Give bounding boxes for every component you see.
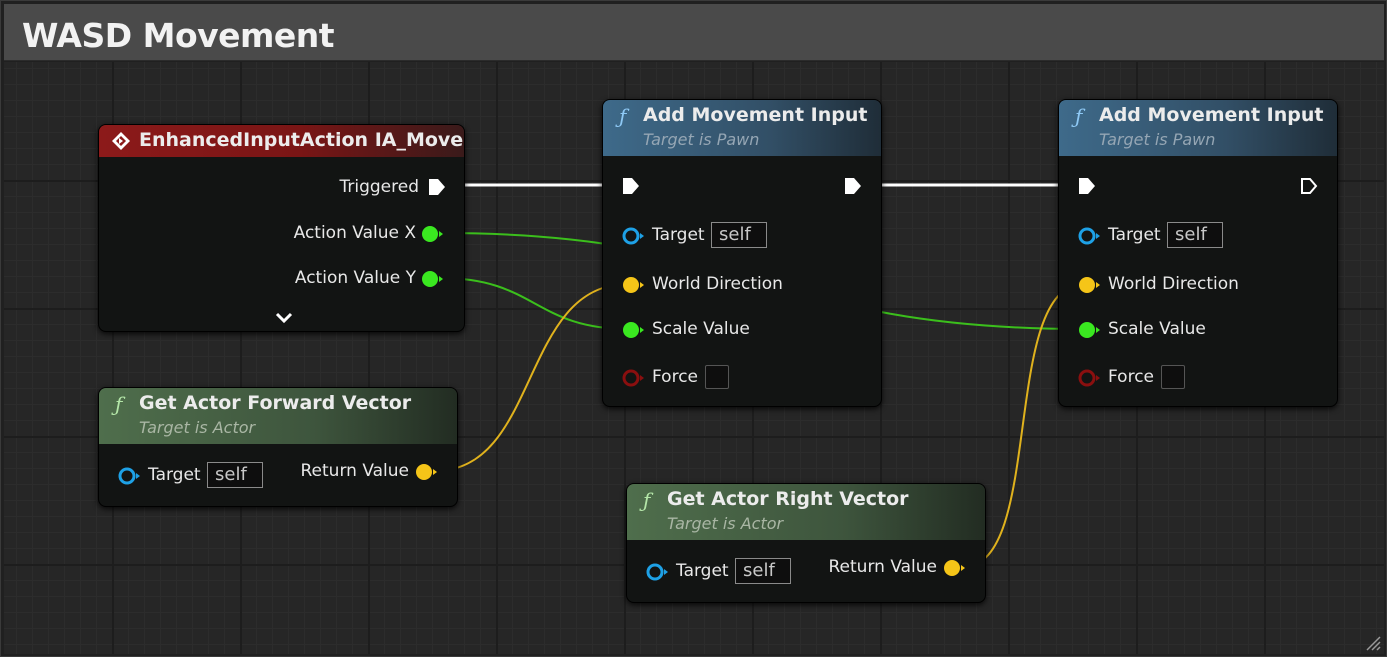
add2-target-self-field[interactable]: self: [1167, 222, 1223, 248]
object-in-pin-target[interactable]: [645, 562, 669, 582]
add2-node-title: Add Movement Input: [1099, 104, 1324, 126]
get-actor-right-vector-node[interactable]: ƒ Get Actor Right Vector Target is Actor…: [626, 483, 986, 603]
object-in-pin-target[interactable]: [621, 226, 645, 246]
add2-force-label: Force: [1108, 367, 1154, 387]
event-node-header: EnhancedInputAction IA_Move: [99, 125, 464, 157]
triggered-pin-label: Triggered: [339, 177, 419, 197]
float-out-pin-action-x[interactable]: [421, 224, 443, 244]
right-node-title: Get Actor Right Vector: [667, 488, 909, 510]
action-value-y-pin-label: Action Value Y: [294, 268, 416, 288]
event-node-title: EnhancedInputAction IA_Move: [139, 129, 464, 151]
float-in-pin-scale-value[interactable]: [1077, 320, 1101, 340]
right-return-label: Return Value: [828, 557, 938, 577]
right-target-self-field[interactable]: self: [735, 558, 791, 584]
function-icon: ƒ: [1075, 104, 1083, 128]
event-diamond-icon: [112, 132, 130, 150]
forward-node-title: Get Actor Forward Vector: [139, 392, 412, 414]
exec-out-pin-unconnected[interactable]: [1299, 176, 1319, 196]
object-in-pin-target[interactable]: [117, 466, 141, 486]
object-in-pin-target[interactable]: [1077, 226, 1101, 246]
blueprint-graph-editor: WASD Movement EnhancedInputAction IA_Mov…: [0, 0, 1387, 657]
event-node-ia-move[interactable]: EnhancedInputAction IA_Move Triggered Ac…: [98, 124, 465, 332]
add1-target-label: Target: [652, 225, 705, 245]
exec-out-pin-triggered[interactable]: [427, 177, 447, 197]
add2-target-label: Target: [1108, 225, 1161, 245]
exec-in-pin[interactable]: [1077, 176, 1097, 196]
function-icon: ƒ: [643, 488, 651, 512]
vector-in-pin-world-direction[interactable]: [1077, 275, 1101, 295]
exec-in-pin[interactable]: [621, 176, 641, 196]
action-value-x-pin-label: Action Value X: [293, 223, 416, 243]
float-out-pin-action-y[interactable]: [421, 269, 443, 289]
resize-grip-icon[interactable]: [1365, 635, 1381, 651]
forward-target-label: Target: [148, 465, 201, 485]
add2-node-subtitle: Target is Pawn: [1099, 130, 1216, 149]
add1-scale-value-label: Scale Value: [652, 319, 750, 339]
add1-force-label: Force: [652, 367, 698, 387]
add1-node-subtitle: Target is Pawn: [643, 130, 760, 149]
vector-out-pin-return[interactable]: [415, 462, 437, 482]
right-node-header: ƒ Get Actor Right Vector Target is Actor: [627, 484, 985, 540]
comment-title[interactable]: WASD Movement: [22, 16, 335, 55]
function-icon: ƒ: [619, 104, 627, 128]
vector-out-pin-return[interactable]: [943, 558, 965, 578]
add2-scale-value-label: Scale Value: [1108, 319, 1206, 339]
add-movement-input-node-1[interactable]: ƒ Add Movement Input Target is Pawn Targ…: [602, 99, 882, 407]
bool-in-pin-force[interactable]: [621, 368, 645, 388]
add-movement-input-node-2[interactable]: ƒ Add Movement Input Target is Pawn Targ…: [1058, 99, 1338, 407]
right-node-subtitle: Target is Actor: [667, 514, 784, 533]
add2-node-header: ƒ Add Movement Input Target is Pawn: [1059, 100, 1337, 156]
float-in-pin-scale-value[interactable]: [621, 320, 645, 340]
forward-target-self-field[interactable]: self: [207, 462, 263, 488]
add1-node-header: ƒ Add Movement Input Target is Pawn: [603, 100, 881, 156]
forward-node-subtitle: Target is Actor: [139, 418, 256, 437]
add1-node-title: Add Movement Input: [643, 104, 868, 126]
exec-out-pin[interactable]: [843, 176, 863, 196]
add1-world-direction-label: World Direction: [652, 274, 783, 294]
function-icon: ƒ: [115, 392, 123, 416]
forward-return-label: Return Value: [300, 461, 410, 481]
vector-in-pin-world-direction[interactable]: [621, 275, 645, 295]
add2-world-direction-label: World Direction: [1108, 274, 1239, 294]
add1-target-self-field[interactable]: self: [711, 222, 767, 248]
add2-force-checkbox[interactable]: [1161, 365, 1185, 389]
comment-box-header[interactable]: WASD Movement: [4, 4, 1384, 61]
forward-node-header: ƒ Get Actor Forward Vector Target is Act…: [99, 388, 457, 444]
bool-in-pin-force[interactable]: [1077, 368, 1101, 388]
chevron-down-icon[interactable]: [274, 311, 294, 325]
add1-force-checkbox[interactable]: [705, 365, 729, 389]
right-target-label: Target: [676, 561, 729, 581]
get-actor-forward-vector-node[interactable]: ƒ Get Actor Forward Vector Target is Act…: [98, 387, 458, 507]
